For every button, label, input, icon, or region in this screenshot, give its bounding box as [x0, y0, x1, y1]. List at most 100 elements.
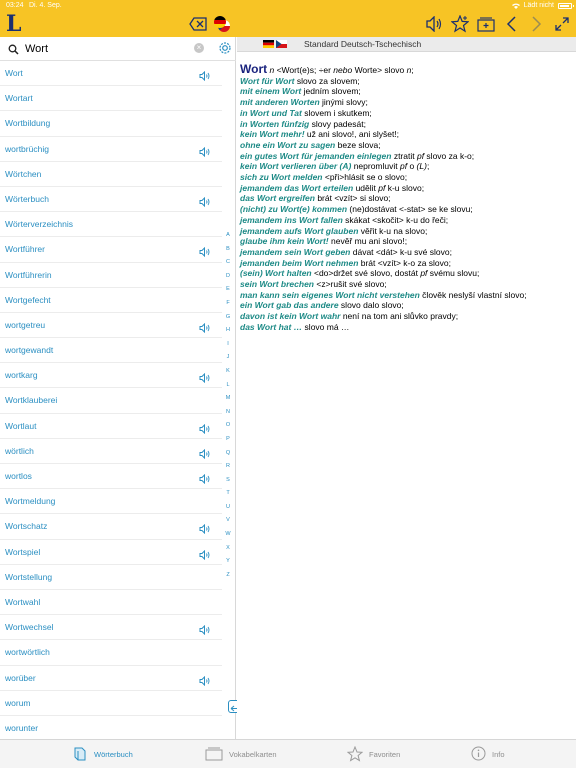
alphabet-letter[interactable]: N — [222, 406, 234, 420]
alphabet-letter[interactable]: D — [222, 270, 234, 284]
phrase-text[interactable]: glaube ihm kein Wort! — [240, 236, 329, 246]
audio-speaker-icon[interactable] — [199, 144, 211, 162]
word-list-item[interactable]: Wortmeldung — [0, 489, 222, 515]
alphabet-letter[interactable]: Y — [222, 555, 234, 569]
word-list-item[interactable]: wortwörtlich — [0, 640, 222, 666]
word-list-item[interactable]: worunter — [0, 716, 222, 742]
audio-speaker-icon[interactable] — [199, 370, 211, 388]
alphabet-letter[interactable]: P — [222, 433, 234, 447]
phrase-text[interactable]: ein gutes Wort für jemanden einlegen — [240, 151, 391, 161]
alphabet-letter[interactable]: U — [222, 501, 234, 515]
phrase-text[interactable]: Wort für Wort — [240, 76, 294, 86]
alphabet-letter[interactable]: Q — [222, 447, 234, 461]
word-list-item[interactable]: Wörterverzeichnis — [0, 212, 222, 238]
word-list-item[interactable]: Wortführer — [0, 237, 222, 263]
phrase-text[interactable]: mit einem Wort — [240, 86, 301, 96]
phrase-text[interactable]: (nicht) zu Wort(e) kommen — [240, 204, 347, 214]
word-list-item[interactable]: Wortwechsel — [0, 615, 222, 641]
phrase-text[interactable]: das Wort ergreifen — [240, 193, 315, 203]
alphabet-letter[interactable]: E — [222, 283, 234, 297]
word-list-item[interactable]: wortbrüchig — [0, 137, 222, 162]
back-arrow-icon[interactable] — [502, 14, 522, 34]
alphabet-letter[interactable]: Z — [222, 569, 234, 583]
alphabet-letter[interactable]: G — [222, 311, 234, 325]
alphabet-letter[interactable]: M — [222, 392, 234, 406]
alphabet-letter[interactable]: H — [222, 324, 234, 338]
alphabet-letter[interactable]: W — [222, 528, 234, 542]
phrase-text[interactable]: ohne ein Wort zu sagen — [240, 140, 335, 150]
word-list-item[interactable]: Wortführerin — [0, 263, 222, 288]
word-list-item[interactable]: wortkarg — [0, 363, 222, 389]
phrase-text[interactable]: davon ist kein Wort wahr — [240, 311, 340, 321]
word-list-item[interactable]: Wortspiel — [0, 540, 222, 565]
word-list-item[interactable]: Wortwahl — [0, 590, 222, 616]
word-list-item[interactable]: wortgewandt — [0, 338, 222, 364]
audio-speaker-icon[interactable] — [199, 521, 211, 539]
alphabet-letter[interactable]: B — [222, 243, 234, 257]
tab-vokabelkarten[interactable]: Vokabelkarten — [205, 740, 277, 768]
audio-speaker-icon[interactable] — [199, 320, 211, 338]
expand-icon[interactable] — [552, 14, 572, 34]
alphabet-letter[interactable]: L — [222, 379, 234, 393]
delete-history-icon[interactable] — [188, 14, 208, 34]
audio-speaker-icon[interactable] — [199, 673, 211, 691]
alphabet-letter[interactable]: T — [222, 487, 234, 501]
alphabet-letter[interactable]: K — [222, 365, 234, 379]
audio-speaker-icon[interactable] — [199, 244, 211, 262]
phrase-text[interactable]: (sein) Wort halten — [240, 268, 312, 278]
word-list-item[interactable]: Wortschatz — [0, 514, 222, 540]
phrase-text[interactable]: jemandem aufs Wort glauben — [240, 226, 358, 236]
speaker-icon[interactable] — [424, 14, 444, 34]
phrase-text[interactable]: jemandem ins Wort fallen — [240, 215, 343, 225]
phrase-text[interactable]: kein Wort verlieren über (A) — [240, 161, 351, 171]
audio-speaker-icon[interactable] — [199, 68, 211, 86]
phrase-text[interactable]: jemandem das Wort erteilen — [240, 183, 353, 193]
flashcard-add-icon[interactable] — [476, 14, 496, 34]
phrase-text[interactable]: sich zu Wort melden — [240, 172, 323, 182]
word-list-item[interactable]: Wortgefecht — [0, 288, 222, 313]
alphabet-index[interactable]: ABCDEFGHIJKLMNOPQRSTUVWXYZ — [222, 229, 234, 582]
audio-speaker-icon[interactable] — [199, 547, 211, 565]
forward-arrow-icon[interactable] — [526, 14, 546, 34]
search-input[interactable] — [25, 40, 190, 58]
word-list-item[interactable]: Wörtchen — [0, 162, 222, 187]
alphabet-letter[interactable]: V — [222, 514, 234, 528]
tab-favoriten[interactable]: Favoriten — [346, 740, 400, 768]
word-list-item[interactable]: Wortart — [0, 86, 222, 112]
audio-speaker-icon[interactable] — [199, 194, 211, 212]
word-list-item[interactable]: Wortklauberei — [0, 388, 222, 414]
alphabet-letter[interactable]: C — [222, 256, 234, 270]
tab-info[interactable]: Info — [471, 740, 505, 768]
favorite-add-icon[interactable] — [450, 14, 470, 34]
word-list-item[interactable]: wortlos — [0, 464, 222, 490]
word-list-item[interactable]: wörtlich — [0, 439, 222, 464]
alphabet-letter[interactable]: X — [222, 542, 234, 556]
alphabet-letter[interactable]: S — [222, 474, 234, 488]
word-list-item[interactable]: worüber — [0, 666, 222, 691]
phrase-text[interactable]: in Worten fünfzig — [240, 119, 309, 129]
word-list-item[interactable]: wortgetreu — [0, 313, 222, 339]
alphabet-letter[interactable]: R — [222, 460, 234, 474]
phrase-text[interactable]: ein Wort gab das andere — [240, 300, 339, 310]
alphabet-letter[interactable]: O — [222, 419, 234, 433]
word-list-item[interactable]: Wörterbuch — [0, 187, 222, 213]
tab-wörterbuch[interactable]: Wörterbuch — [72, 740, 133, 768]
phrase-text[interactable]: sein Wort brechen — [240, 279, 314, 289]
word-list-item[interactable]: Wortbildung — [0, 111, 222, 137]
word-list-item[interactable]: Wortlaut — [0, 414, 222, 439]
phrase-text[interactable]: kein Wort mehr! — [240, 129, 305, 139]
phrase-text[interactable]: jemandem sein Wort geben — [240, 247, 350, 257]
word-list-item[interactable]: Wort — [0, 61, 222, 87]
gear-icon[interactable] — [218, 41, 232, 60]
phrase-text[interactable]: man kann sein eigenes Wort nicht versteh… — [240, 290, 420, 300]
phrase-text[interactable]: in Wort und Tat — [240, 108, 302, 118]
alphabet-letter[interactable]: I — [222, 338, 234, 352]
phrase-text[interactable]: das Wort hat … — [240, 322, 302, 332]
phrase-text[interactable]: mit anderen Worten — [240, 97, 320, 107]
alphabet-letter[interactable]: J — [222, 351, 234, 365]
audio-speaker-icon[interactable] — [199, 622, 211, 640]
audio-speaker-icon[interactable] — [199, 446, 211, 464]
phrase-text[interactable]: jemanden beim Wort nehmen — [240, 258, 358, 268]
word-list-item[interactable]: Wortstellung — [0, 565, 222, 590]
audio-speaker-icon[interactable] — [199, 471, 211, 489]
